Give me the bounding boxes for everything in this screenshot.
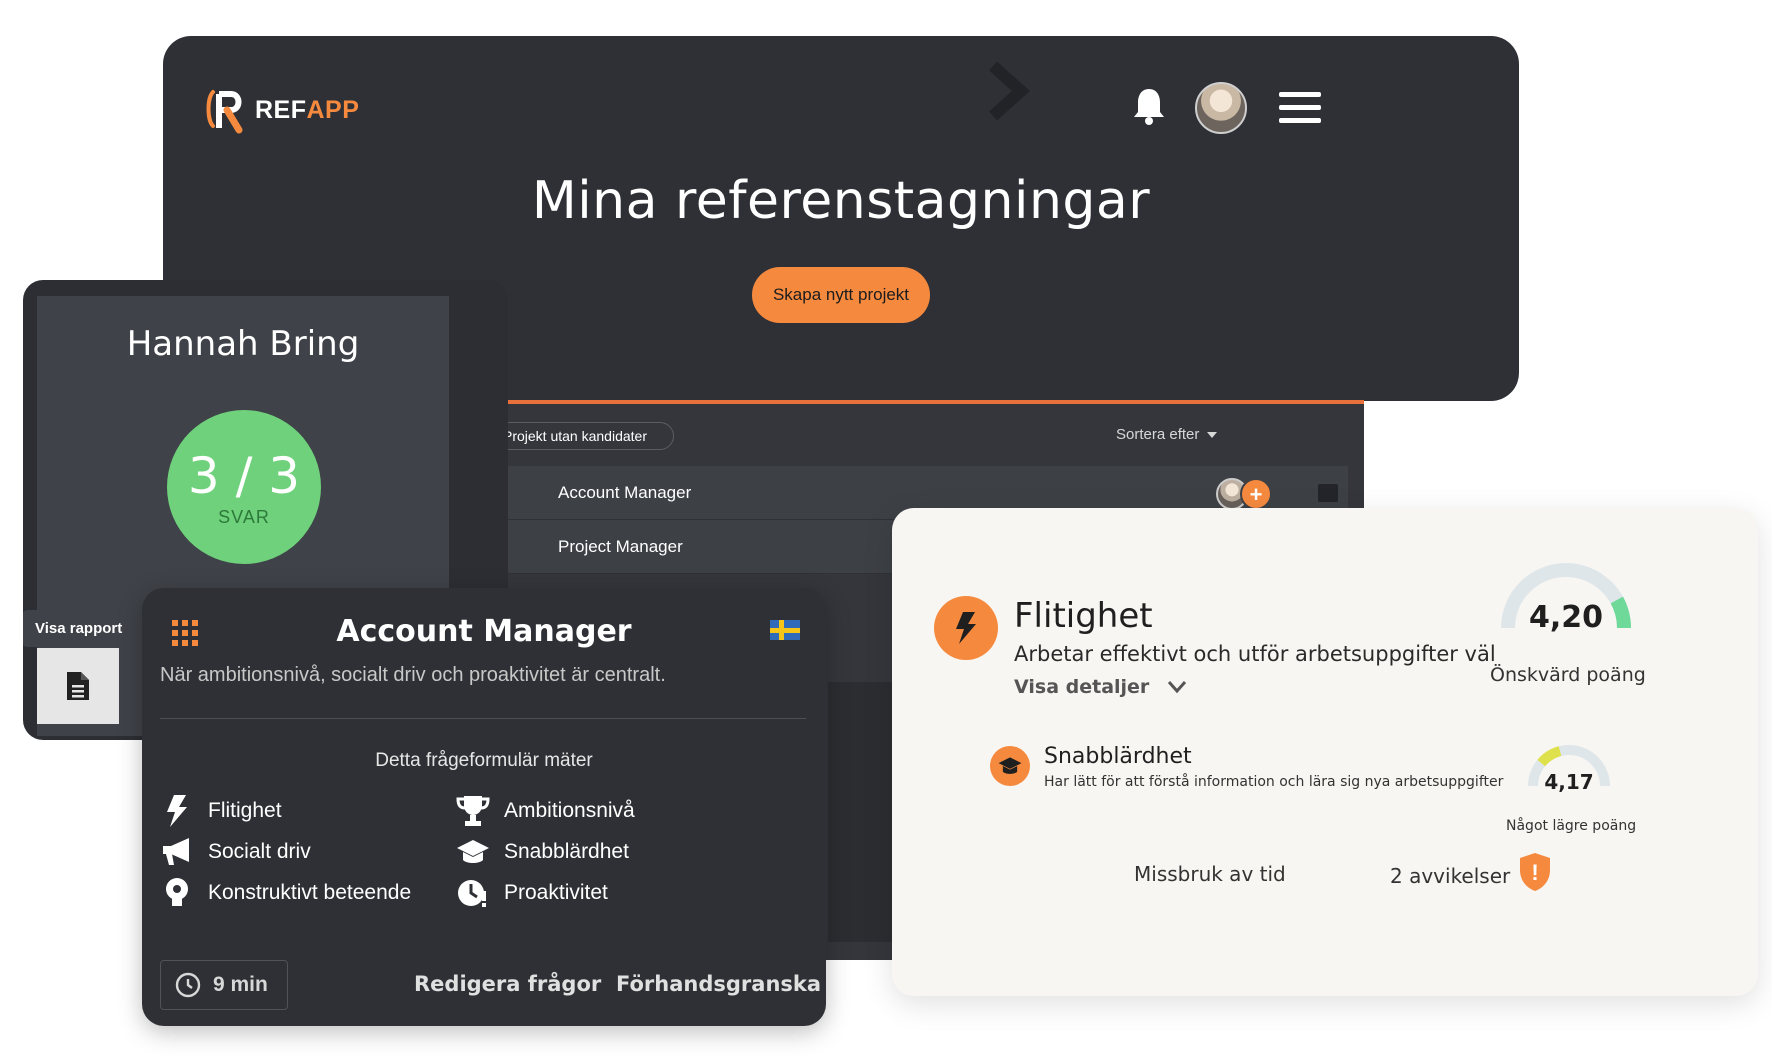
main-score-value: 4,20 <box>1528 600 1604 635</box>
page-title: Mina referenstagningar <box>531 171 1151 231</box>
menu-bar <box>1279 105 1321 110</box>
show-report-button[interactable] <box>37 648 119 724</box>
bolt-icon <box>160 794 194 828</box>
questionnaire-card: Account Manager När ambitionsnivå, socia… <box>142 588 826 1026</box>
trait-label: Proaktivitet <box>504 881 608 904</box>
menu-bar <box>1279 92 1321 97</box>
document-icon <box>67 672 89 700</box>
sort-label: Sortera efter <box>1116 426 1200 443</box>
trait-item: Proaktivitet <box>456 876 608 910</box>
warning-shield-icon[interactable]: ! <box>1518 852 1552 892</box>
add-candidate-button[interactable]: + <box>1240 478 1272 510</box>
bolt-icon <box>934 596 998 660</box>
measures-heading: Detta frågeformulär mäter <box>375 750 593 771</box>
show-details-label: Visa detaljer <box>1014 676 1150 698</box>
result-title: Flitighet <box>1014 596 1153 636</box>
questionnaire-title: Account Manager <box>336 614 632 649</box>
duration-badge: 9 min <box>160 960 288 1010</box>
deviations-count[interactable]: 2 avvikelser <box>1390 864 1510 888</box>
bell-icon[interactable] <box>1131 86 1167 126</box>
trait-item: Flitighet <box>160 794 282 828</box>
caret-down-icon <box>1207 431 1218 438</box>
stage: REFAPP Mina referenstagningar Skapa nytt… <box>0 0 1772 1058</box>
trait-item: Snabblärdhet <box>456 835 629 869</box>
logo-text: REFAPP <box>255 95 360 124</box>
logo-mark-icon <box>206 90 243 134</box>
menu-bar <box>1279 118 1321 123</box>
trait-item: Ambitionsnivå <box>456 794 635 828</box>
questionnaire-subtitle: När ambitionsnivå, socialt driv och proa… <box>160 664 666 686</box>
answers-score-circle: 3 / 3 SVAR <box>167 410 321 564</box>
chevron-right-icon <box>989 61 1031 121</box>
duration-value: 9 min <box>213 973 268 996</box>
clock-icon <box>175 972 201 998</box>
trait-label: Ambitionsnivå <box>504 799 635 822</box>
candidate-name: Hannah Bring <box>126 324 360 364</box>
show-details-toggle[interactable]: Visa detaljer <box>1014 676 1187 698</box>
sub-score-label: Något lägre poäng <box>1506 818 1637 834</box>
sub-result-title: Snabblärdhet <box>1044 744 1192 769</box>
misuse-of-time-label: Missbruk av tid <box>1134 862 1286 886</box>
project-name: Account Manager <box>558 482 692 502</box>
megaphone-icon <box>160 835 194 869</box>
divider <box>160 718 806 719</box>
project-members: + <box>1216 478 1272 510</box>
archive-icon[interactable] <box>1318 484 1338 502</box>
warning-mark: ! <box>1531 860 1538 885</box>
project-name: Project Manager <box>558 536 683 556</box>
refapp-logo[interactable]: REFAPP <box>203 86 359 134</box>
sub-score-gauge: 4,17 <box>1524 740 1614 796</box>
preview-link[interactable]: Förhandsgranska <box>616 972 821 996</box>
hamburger-menu-icon[interactable] <box>1279 92 1321 123</box>
result-description: Arbetar effektivt och utför arbetsuppgif… <box>1014 642 1496 666</box>
trait-item: Socialt driv <box>160 835 311 869</box>
main-score-gauge: 4,20 <box>1496 558 1636 638</box>
sort-dropdown[interactable]: Sortera efter <box>1116 426 1218 443</box>
trophy-icon <box>456 794 490 828</box>
graduation-cap-icon <box>456 835 490 869</box>
answers-count: 3 / 3 <box>187 446 301 505</box>
main-score-label: Önskvärd poäng <box>1490 664 1646 686</box>
swedish-flag-icon[interactable] <box>770 620 800 640</box>
answers-label: SVAR <box>218 506 270 527</box>
sub-score-value: 4,17 <box>1544 770 1594 794</box>
result-card: Flitighet Arbetar effektivt och utför ar… <box>892 508 1758 996</box>
lightbulb-icon <box>160 876 194 910</box>
graduation-cap-icon <box>990 746 1030 786</box>
clock-alert-icon <box>456 876 490 910</box>
trait-item: Konstruktivt beteende <box>160 876 411 910</box>
trait-label: Snabblärdhet <box>504 840 629 863</box>
sub-result-description: Har lätt för att förstå information och … <box>1044 774 1504 790</box>
show-report-label: Visa rapport <box>23 610 135 647</box>
trait-label: Socialt driv <box>208 840 311 863</box>
edit-questions-link[interactable]: Redigera frågor <box>414 972 601 996</box>
user-avatar[interactable] <box>1195 82 1247 134</box>
trait-label: Konstruktivt beteende <box>208 881 412 904</box>
gauge-fill <box>1537 746 1562 767</box>
trait-label: Flitighet <box>208 799 282 822</box>
create-project-button[interactable]: Skapa nytt projekt <box>752 267 930 323</box>
chevron-down-icon <box>1168 681 1187 694</box>
